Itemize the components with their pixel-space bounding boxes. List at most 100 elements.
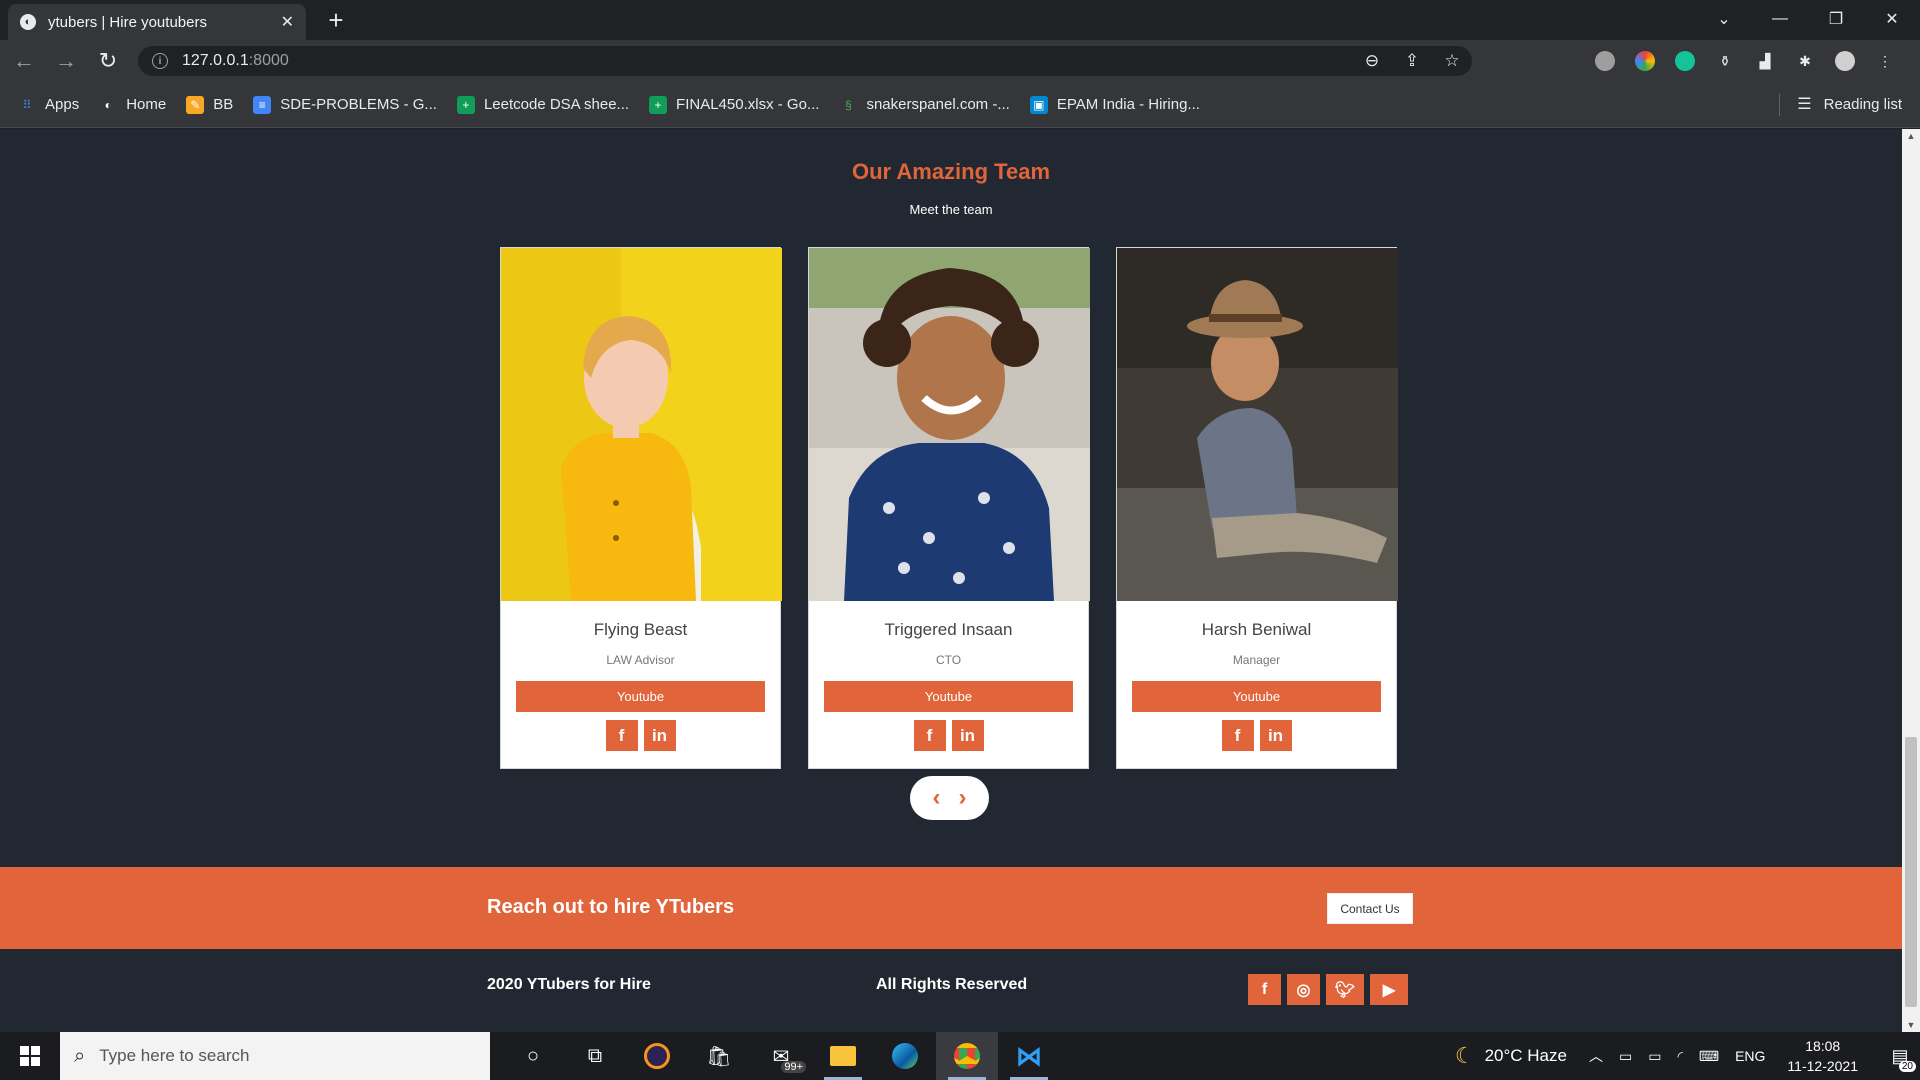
task-view-icon[interactable]: ⧉ xyxy=(564,1032,626,1080)
youtube-icon[interactable]: ▶ xyxy=(1370,974,1408,1005)
address-bar[interactable]: i 127.0.0.1 :8000 ⊖ ⇪ ☆ xyxy=(138,46,1472,76)
member-socials: f in xyxy=(501,720,780,751)
tab-search-icon[interactable]: ⌄ xyxy=(1696,0,1752,38)
taskbar-apps: ○ ⧉ 🛍︎ ✉ 99+ ⋈ xyxy=(502,1032,1060,1080)
puzzle-icon[interactable]: ✱ xyxy=(1790,46,1820,76)
facebook-icon[interactable]: f xyxy=(1248,974,1281,1005)
language-indicator[interactable]: ENG xyxy=(1735,1048,1765,1064)
carousel-prev-icon[interactable]: ‹ xyxy=(933,784,941,812)
store-icon[interactable]: 🛍︎ xyxy=(688,1032,750,1080)
browser-tab[interactable]: ◐ ytubers | Hire youtubers ✕ xyxy=(8,4,306,40)
docs-icon: ≡ xyxy=(253,95,272,114)
bookmark-label: Leetcode DSA shee... xyxy=(483,96,630,113)
mail-badge: 99+ xyxy=(781,1061,806,1073)
team-subheading: Meet the team xyxy=(909,202,993,217)
weather-widget[interactable]: ☾ 20°C Haze xyxy=(1455,1043,1567,1069)
forward-button[interactable]: → xyxy=(48,43,84,79)
share-icon[interactable]: ⇪ xyxy=(1392,51,1432,71)
youtube-button[interactable]: Youtube xyxy=(516,681,765,712)
reading-list-button[interactable]: ☰ Reading list xyxy=(1797,94,1902,114)
vscode-icon[interactable]: ⋈ xyxy=(998,1032,1060,1080)
keyboard-icon[interactable]: ⌨ xyxy=(1699,1048,1719,1065)
stats-icon[interactable]: ▟ xyxy=(1750,46,1780,76)
url-port: :8000 xyxy=(248,52,289,69)
clock-date: 11-12-2021 xyxy=(1787,1058,1858,1074)
cta-text: Reach out to hire YTubers xyxy=(487,896,735,918)
twitter-icon[interactable]: 🐦︎ xyxy=(1326,974,1364,1005)
bookmarks-divider xyxy=(1779,94,1780,116)
team-card: Triggered Insaan CTO Youtube f in xyxy=(808,247,1090,769)
profile-avatar[interactable] xyxy=(1830,46,1860,76)
linkedin-icon[interactable]: in xyxy=(951,720,984,751)
reload-button[interactable]: ↻ xyxy=(90,43,126,79)
scrollbar-thumb[interactable] xyxy=(1905,737,1917,1007)
facebook-icon[interactable]: f xyxy=(605,720,638,751)
eclipse-icon[interactable] xyxy=(626,1032,688,1080)
minimize-button[interactable]: — xyxy=(1752,0,1808,38)
moon-icon: ☾ xyxy=(1454,1043,1475,1068)
color-picker-icon[interactable] xyxy=(1630,46,1660,76)
battery-icon[interactable]: ▭ xyxy=(1648,1048,1661,1065)
member-photo xyxy=(1117,248,1398,601)
bookmark-bb[interactable]: ✎ BB xyxy=(186,95,233,114)
site-info-icon[interactable]: i xyxy=(152,53,168,69)
system-tray: ☾ 20°C Haze ︿ ▭ ▭ ◜ ⌨ ENG 18:08 11-12-20… xyxy=(1455,1032,1920,1080)
close-tab-icon[interactable]: ✕ xyxy=(281,12,294,32)
reading-list-icon: ☰ xyxy=(1797,96,1812,113)
clock[interactable]: 18:08 11-12-2021 xyxy=(1787,1036,1858,1076)
bookmark-home[interactable]: ◐ Home xyxy=(99,96,167,114)
adblock-icon[interactable] xyxy=(1590,46,1620,76)
taskbar-search[interactable]: ⌕ Type here to search xyxy=(60,1032,490,1080)
page-scrollbar[interactable]: ▲ ▼ xyxy=(1902,129,1920,1032)
back-button[interactable]: ← xyxy=(6,43,42,79)
bookmark-sde-problems[interactable]: ≡ SDE-PROBLEMS - G... xyxy=(253,95,437,114)
close-window-button[interactable]: ✕ xyxy=(1864,0,1920,38)
start-button[interactable] xyxy=(0,1032,60,1080)
extensions-area: ⚱ ▟ ✱ ⋮ xyxy=(1590,44,1900,78)
search-placeholder: Type here to search xyxy=(99,1046,250,1065)
zoom-icon[interactable]: ⊖ xyxy=(1352,51,1392,71)
edge-icon[interactable] xyxy=(874,1032,936,1080)
footer-socials: f ◎ 🐦︎ ▶ xyxy=(1248,974,1408,1005)
scroll-down-icon[interactable]: ▼ xyxy=(1902,1020,1920,1030)
extension-icon[interactable]: ⚱ xyxy=(1710,46,1740,76)
contact-us-button[interactable]: Contact Us xyxy=(1327,893,1413,924)
web-page: Our Amazing Team Meet the team Flying Be… xyxy=(0,129,1902,1032)
scroll-up-icon[interactable]: ▲ xyxy=(1902,131,1920,141)
cortana-icon[interactable]: ○ xyxy=(502,1032,564,1080)
restore-button[interactable]: ❐ xyxy=(1808,0,1864,38)
meet-icon[interactable]: ▭ xyxy=(1619,1048,1632,1065)
bookmark-leetcode[interactable]: + Leetcode DSA shee... xyxy=(456,95,630,114)
cta-band: Reach out to hire YTubers Contact Us xyxy=(0,867,1902,949)
notification-icon[interactable]: ▤ 20 xyxy=(1880,1032,1920,1080)
facebook-icon[interactable]: f xyxy=(1221,720,1254,751)
chrome-icon[interactable] xyxy=(936,1032,998,1080)
bookmark-final450[interactable]: + FINAL450.xlsx - Go... xyxy=(649,95,819,114)
grammarly-icon[interactable] xyxy=(1670,46,1700,76)
bookmark-apps[interactable]: ⠿ Apps xyxy=(18,96,80,114)
carousel-next-icon[interactable]: › xyxy=(959,784,967,812)
facebook-icon[interactable]: f xyxy=(913,720,946,751)
youtube-button[interactable]: Youtube xyxy=(824,681,1073,712)
member-role: Manager xyxy=(1232,653,1281,667)
tab-strip: ◐ ytubers | Hire youtubers ✕ + ⌄ — ❐ ✕ xyxy=(0,0,1920,40)
new-tab-button[interactable]: + xyxy=(322,7,350,36)
member-name: Flying Beast xyxy=(593,620,688,639)
linkedin-icon[interactable]: in xyxy=(643,720,676,751)
bookmark-star-icon[interactable]: ☆ xyxy=(1432,51,1472,71)
team-card: Harsh Beniwal Manager Youtube f in xyxy=(1116,247,1398,769)
wifi-icon[interactable]: ◜ xyxy=(1677,1048,1682,1065)
linkedin-icon[interactable]: in xyxy=(1259,720,1292,751)
weather-text: 20°C Haze xyxy=(1484,1046,1567,1065)
menu-icon[interactable]: ⋮ xyxy=(1870,46,1900,76)
mail-icon[interactable]: ✉ 99+ xyxy=(750,1032,812,1080)
chevron-up-icon[interactable]: ︿ xyxy=(1589,1046,1603,1066)
windows-icon xyxy=(20,1046,40,1066)
clock-time: 18:08 xyxy=(1805,1038,1841,1054)
member-photo xyxy=(501,248,782,601)
instagram-icon[interactable]: ◎ xyxy=(1287,974,1320,1005)
youtube-button[interactable]: Youtube xyxy=(1132,681,1381,712)
bookmark-snakerspanel[interactable]: § snakerspanel.com -... xyxy=(839,96,1010,114)
file-explorer-icon[interactable] xyxy=(812,1032,874,1080)
bookmark-epam[interactable]: ▣ EPAM India - Hiring... xyxy=(1029,95,1200,114)
